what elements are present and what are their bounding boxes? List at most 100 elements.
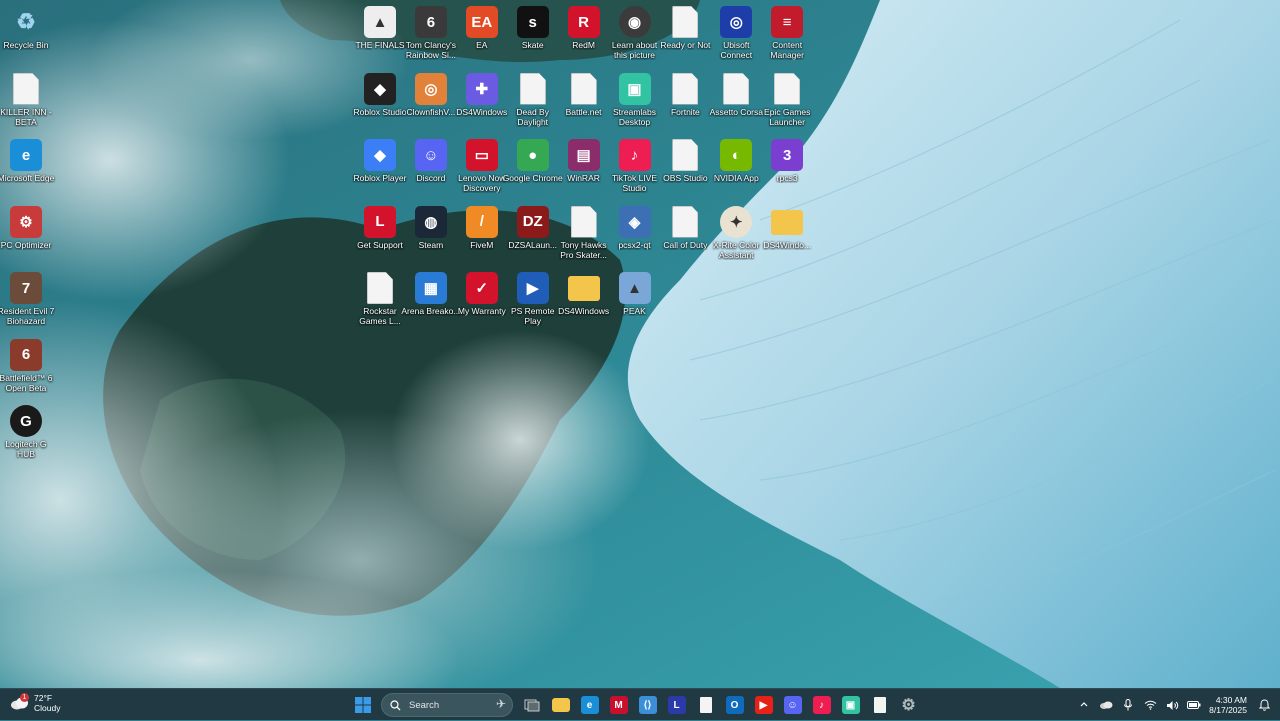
ps-remote-icon: ▶ (516, 272, 549, 304)
desktop-icon-ds4windows[interactable]: ✚ DS4Windows (456, 72, 508, 137)
rainbow-six-icon: 6 (414, 6, 447, 38)
desktop-icon-obs-studio[interactable]: OBS Studio (659, 139, 711, 203)
desktop-icon-logitech-g-hub[interactable]: G Logitech G HUB (0, 405, 52, 469)
document-button[interactable] (866, 691, 894, 719)
desktop-icon-battlefield-6-open-beta[interactable]: 6 Battlefield™ 6 Open Beta (0, 338, 52, 403)
edge-icon: e (10, 139, 42, 171)
folder-icon (567, 276, 600, 301)
desktop-icon-skate[interactable]: s Skate (507, 6, 559, 70)
desktop-icon-discord[interactable]: ☺ Discord (405, 139, 457, 203)
fivem-icon: / (465, 205, 498, 238)
edge-button[interactable]: e (576, 691, 604, 719)
desktop-icon-battle-net[interactable]: Battle.net (558, 72, 610, 137)
system-tray: 4:30 AM 8/17/2025 (1073, 689, 1280, 721)
desktop-icon-steam[interactable]: ◍ Steam (405, 205, 457, 270)
desktop-icon-pcsx2-qt[interactable]: ◈ pcsx2-qt (609, 205, 661, 270)
desktop-icon-recycle-bin[interactable]: ♻ Recycle Bin (0, 6, 52, 70)
start-button[interactable] (349, 691, 377, 719)
volume-icon[interactable] (1162, 695, 1182, 715)
discord-button[interactable]: ☺ (779, 691, 807, 719)
desktop-icon-assetto-corsa[interactable]: Assetto Corsa (710, 72, 763, 137)
desktop-icon-label: Recycle Bin (3, 40, 49, 50)
onedrive-icon[interactable] (1096, 695, 1116, 715)
desktop-icon-fortnite[interactable]: Fortnite (659, 72, 711, 137)
desktop-icon-ubisoft-connect[interactable]: ◎ Ubisoft Connect (710, 6, 762, 70)
desktop-icon-ds4windo[interactable]: DS4Windo... (761, 206, 813, 270)
roblox-studio-icon: ◆ (364, 72, 396, 105)
wifi-icon[interactable] (1140, 695, 1160, 715)
taskbar-search-box[interactable]: ✈ (381, 693, 513, 717)
notification-bell-icon[interactable] (1254, 695, 1274, 715)
battery-icon[interactable] (1184, 695, 1204, 715)
desktop-icon-ps-remote-play[interactable]: ▶ PS Remote Play (507, 272, 559, 336)
file-icon (13, 72, 39, 105)
desktop-icon-rpcs3[interactable]: 3 rpcs3 (761, 139, 813, 203)
desktop-icon-dzsalaun[interactable]: DZ DZSALaun... (507, 205, 559, 270)
desktop-icon-peak[interactable]: ▲ PEAK (609, 272, 661, 336)
microphone-icon[interactable] (1118, 695, 1138, 715)
desktop-icon-nvidia-app[interactable]: ◐ NVIDIA App (710, 139, 762, 203)
desktop-icon-redm[interactable]: R RedM (558, 6, 610, 70)
desktop-icon-x-rite-color-assistant[interactable]: ✦ X-Rite Color Assistant (710, 205, 762, 270)
desktop-icon-the-finals[interactable]: ▲ THE FINALS (354, 6, 406, 70)
desktop-icon-tom-clancy-s-rainbow-si[interactable]: 6 Tom Clancy's Rainbow Si... (405, 6, 457, 70)
desktop-icon-killer-inn-beta[interactable]: KILLER INN - BETA (0, 72, 52, 137)
search-input[interactable] (407, 698, 491, 712)
desktop-icon-tony-hawks-pro-skater[interactable]: Tony Hawks Pro Skater... (558, 205, 610, 270)
cloud-icon: 1 (10, 693, 30, 710)
youtube-button[interactable]: ▶ (750, 691, 778, 719)
mcafee-button[interactable]: M (605, 691, 633, 719)
task-view-button[interactable] (518, 691, 546, 719)
lenovo-button[interactable]: L (663, 691, 691, 719)
gear-icon: ⚙ (901, 697, 916, 714)
desktop-icon-lenovo-now-discovery[interactable]: ▭ Lenovo Now Discovery (456, 139, 508, 203)
outlook-button[interactable]: O (721, 691, 749, 719)
desktop-icon-ea[interactable]: EA EA (456, 6, 508, 70)
desktop-icon-dead-by-daylight[interactable]: Dead By Daylight (507, 72, 559, 137)
file-icon (367, 272, 393, 304)
desktop-icon-roblox-player[interactable]: ◆ Roblox Player (354, 139, 406, 203)
desktop-icon-microsoft-edge[interactable]: e Microsoft Edge (0, 139, 54, 203)
desktop-icon-rockstar-games-l[interactable]: Rockstar Games L... (354, 272, 406, 336)
weather-widget[interactable]: 1 72°F Cloudy (10, 693, 60, 713)
desktop-icon-epic-games-launcher[interactable]: Epic Games Launcher (761, 72, 813, 137)
code-icon: ⟨⟩ (638, 696, 657, 714)
desktop-icon-my-warranty[interactable]: ✓ My Warranty (456, 272, 508, 336)
settings-button[interactable]: ⚙ (895, 691, 923, 719)
desktop-icon-arena-breako[interactable]: ▦ Arena Breako... (401, 272, 460, 336)
desktop-icon-tiktok-live-studio[interactable]: ♪ TikTok LIVE Studio (609, 139, 661, 203)
desktop-icon-ready-or-not[interactable]: Ready or Not (659, 6, 711, 70)
desktop-icon-call-of-duty[interactable]: Call of Duty (659, 205, 711, 270)
recycle-bin-icon: ♻ (16, 9, 36, 34)
desktop-icon-google-chrome[interactable]: ● Google Chrome (503, 139, 563, 203)
desktop-icon-resident-evil-7-biohazard[interactable]: 7 Resident Evil 7 Biohazard (0, 272, 54, 336)
xrite-icon: ✦ (720, 205, 753, 238)
tiktok-button[interactable]: ♪ (808, 691, 836, 719)
desktop-icon-roblox-studio[interactable]: ◆ Roblox Studio (354, 72, 406, 137)
desktop-icon-content-manager[interactable]: ≡ Content Manager (761, 6, 813, 70)
desktop-icon-clownfishv[interactable]: ◎ ClownfishV... (405, 72, 457, 137)
vscode-button[interactable]: ⟨⟩ (634, 691, 662, 719)
clock-time: 4:30 AM (1215, 695, 1247, 705)
file-icon (672, 139, 699, 171)
content-manager-icon: ≡ (771, 6, 804, 38)
desktop-icon-fivem[interactable]: / FiveM (456, 205, 508, 270)
chrome-icon: ● (516, 139, 549, 171)
chevron-up-icon[interactable] (1074, 695, 1094, 715)
desktop-icon-learn-about-this-picture[interactable]: ◉ Learn about this picture (609, 6, 661, 70)
desktop-icon-winrar[interactable]: ▤ WinRAR (558, 139, 610, 203)
desktop-icon-ds4windows[interactable]: DS4Windows (558, 272, 610, 336)
file-icon (774, 72, 801, 105)
windows-logo-icon (354, 696, 372, 714)
notepad-button[interactable] (692, 691, 720, 719)
desktop-icon-pc-optimizer[interactable]: ⚙ PC Optimizer (0, 205, 52, 270)
streamlabs-button[interactable]: ▣ (837, 691, 865, 719)
desktop-icon-streamlabs-desktop[interactable]: ▣ Streamlabs Desktop (609, 72, 661, 137)
lenovo-icon: ▭ (465, 139, 498, 171)
weather-temperature: 72°F (34, 693, 53, 703)
clock[interactable]: 4:30 AM 8/17/2025 (1209, 695, 1247, 715)
desktop-icon-label: KILLER INN - BETA (0, 106, 52, 127)
file-explorer-button[interactable] (547, 691, 575, 719)
desktop-icon-get-support[interactable]: L Get Support (354, 205, 406, 270)
roblox-icon: ◆ (364, 139, 396, 171)
